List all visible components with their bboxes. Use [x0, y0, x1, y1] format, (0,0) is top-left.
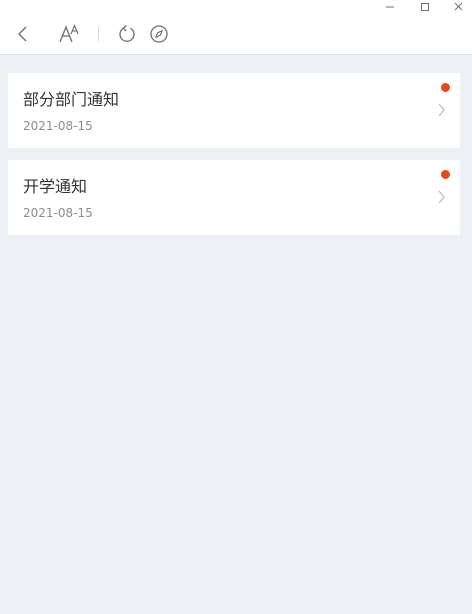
- minimize-icon[interactable]: [381, 0, 401, 14]
- font-size-icon[interactable]: [58, 24, 80, 44]
- notice-title: 开学通知: [23, 177, 88, 196]
- notice-date: 2021-08-15: [23, 119, 93, 133]
- maximize-icon[interactable]: [415, 0, 435, 14]
- chevron-right-icon: [436, 102, 446, 118]
- unread-dot: [441, 170, 450, 179]
- refresh-icon[interactable]: [117, 24, 137, 44]
- compass-icon[interactable]: [149, 24, 169, 44]
- notice-date: 2021-08-15: [23, 206, 93, 220]
- top-toolbar: [0, 0, 472, 55]
- window-controls: [372, 0, 472, 14]
- list-item[interactable]: 开学通知 2021-08-15: [8, 160, 460, 235]
- toolbar-divider: [98, 27, 99, 41]
- close-icon[interactable]: [449, 0, 469, 14]
- notice-title: 部分部门通知: [23, 90, 120, 109]
- list-item[interactable]: 部分部门通知 2021-08-15: [8, 73, 460, 148]
- back-arrow-icon[interactable]: [14, 24, 32, 44]
- unread-dot: [441, 83, 450, 92]
- notice-list: 部分部门通知 2021-08-15 开学通知 2021-08-15: [8, 73, 460, 247]
- chevron-right-icon: [436, 189, 446, 205]
